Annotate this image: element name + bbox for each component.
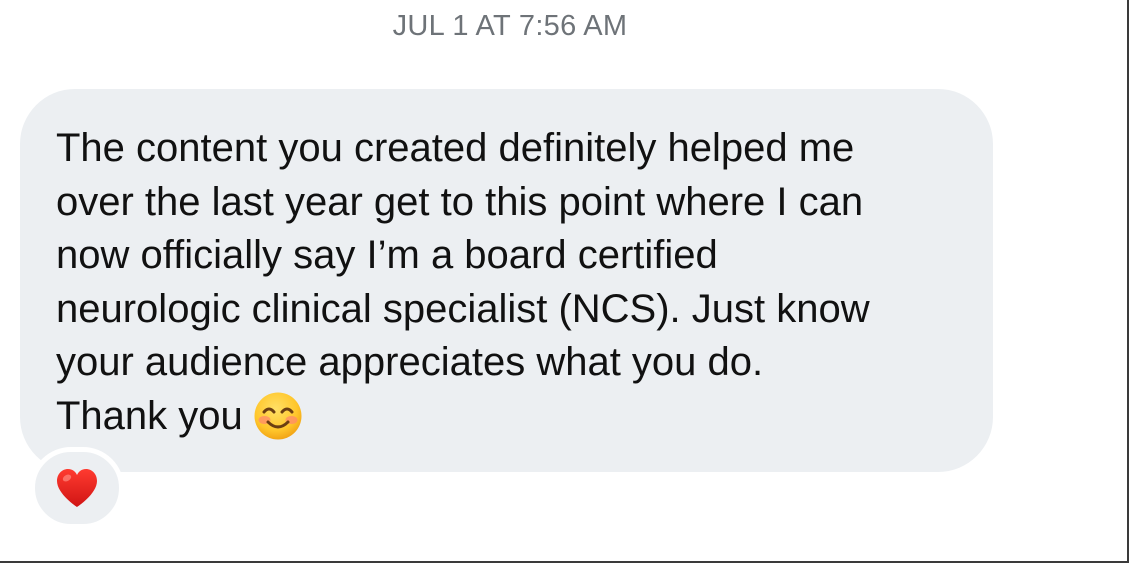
red-heart-icon <box>57 469 97 507</box>
message-body: The content you created definitely helpe… <box>56 122 963 443</box>
message-text: The content you created definitely helpe… <box>56 126 870 438</box>
smiling-face-with-smiling-eyes-icon <box>254 392 302 439</box>
heart-reaction-badge[interactable] <box>30 447 124 529</box>
message-timestamp: JUL 1 AT 7:56 AM <box>392 10 628 42</box>
message-thread: JUL 1 AT 7:56 AM The content you created… <box>0 0 1129 563</box>
message-bubble[interactable]: The content you created definitely helpe… <box>20 89 993 472</box>
